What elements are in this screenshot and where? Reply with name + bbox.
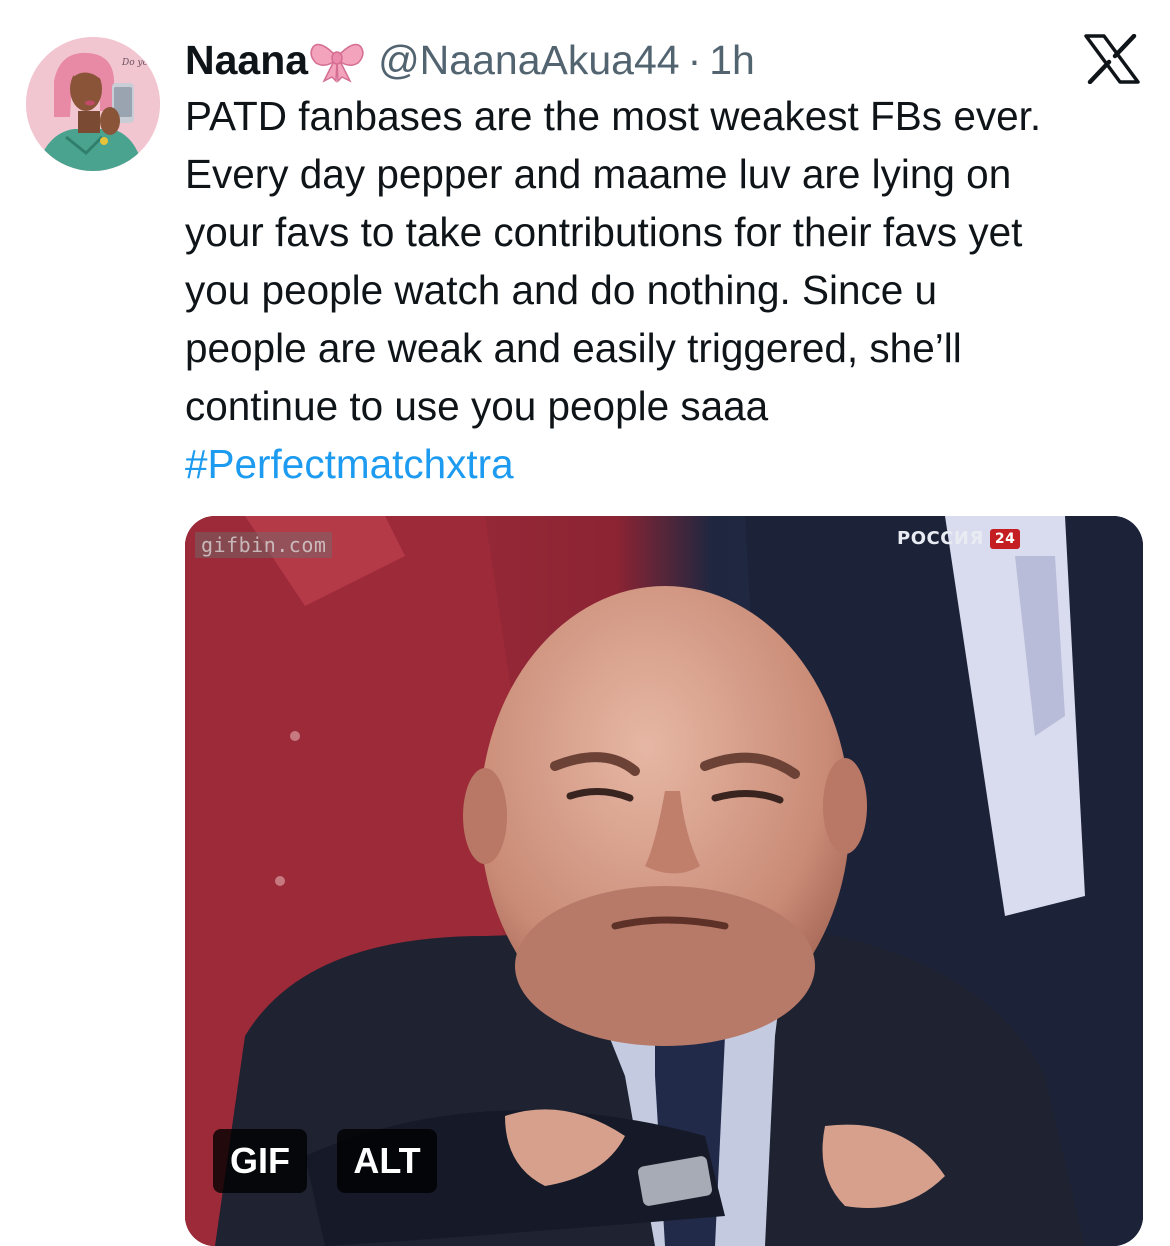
tweet-line: Every day pepper and maame luv are lying… xyxy=(185,151,1012,197)
alt-text-badge[interactable]: ALT xyxy=(337,1129,437,1193)
avatar[interactable]: Do you For you xyxy=(26,37,160,171)
x-logo-icon[interactable] xyxy=(1084,33,1140,85)
gif-media[interactable]: gifbin.com РОССИЯ 24 GIF ALT xyxy=(185,516,1143,1246)
avatar-text: Do you For you xyxy=(121,58,160,68)
channel-logo: РОССИЯ 24 xyxy=(897,528,1021,549)
tweet-line: people are weak and easily triggered, sh… xyxy=(185,325,962,371)
tweet-line: your favs to take contributions for thei… xyxy=(185,209,1023,255)
tweet-line: you people watch and do nothing. Since u xyxy=(185,267,938,313)
separator-dot: · xyxy=(687,36,702,83)
tweet-line: PATD fanbases are the most weakest FBs e… xyxy=(185,93,1042,139)
tweet-header: Naana @NaanaAkua44 · 1h xyxy=(185,30,755,90)
channel-name: РОССИЯ xyxy=(897,528,984,549)
tweet-card[interactable]: Do you For you Naana xyxy=(0,0,1170,1246)
tweet-text: PATD fanbases are the most weakest FBs e… xyxy=(185,87,1155,493)
display-name[interactable]: Naana xyxy=(185,37,308,84)
channel-number: 24 xyxy=(989,528,1021,549)
gif-badge: GIF xyxy=(213,1129,307,1193)
gifbin-watermark: gifbin.com xyxy=(195,532,333,558)
tweet-line: continue to use you people saaa xyxy=(185,383,769,429)
user-handle[interactable]: @NaanaAkua44 xyxy=(378,37,680,84)
timestamp[interactable]: 1h xyxy=(709,37,755,84)
hashtag-link[interactable]: #Perfectmatchxtra xyxy=(185,435,1155,493)
avatar-illustration: Do you For you xyxy=(26,37,160,171)
gif-frame-image xyxy=(185,516,1143,1246)
pink-ribbon-bow-icon xyxy=(310,37,364,83)
